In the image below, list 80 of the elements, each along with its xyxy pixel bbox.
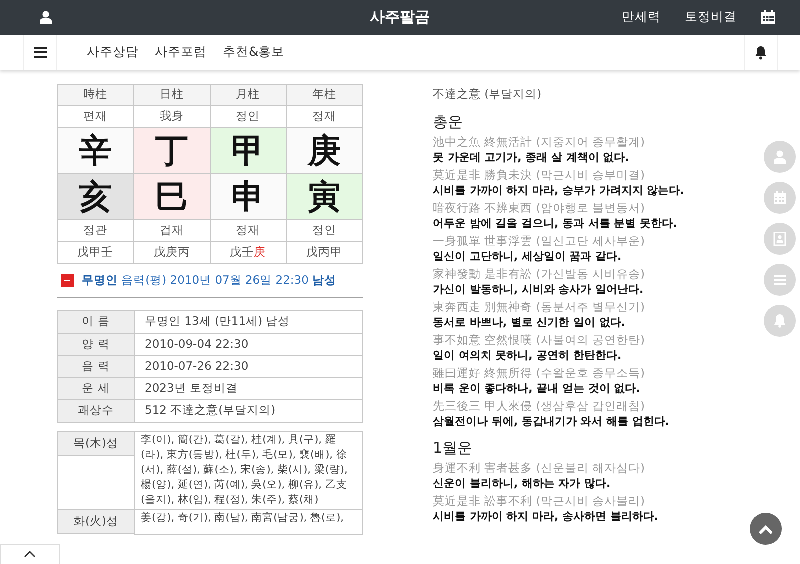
phrase-meaning: 비록 운이 좋다하나, 끝내 얻는 것이 없다. xyxy=(433,381,642,396)
table-cell: 2010-07-26 22:30 xyxy=(134,355,362,378)
row-label: 화(火)성 xyxy=(58,509,134,534)
table-cell: 2023년 토정비결 xyxy=(134,378,362,400)
stem-character: 辛 xyxy=(58,128,134,174)
phrase-meaning: 못 가운데 고기가, 종래 살 계책이 없다. xyxy=(433,150,630,166)
nav-link[interactable]: 토정비결 xyxy=(685,8,737,27)
branch-character: 巳 xyxy=(134,174,210,220)
branch-character: 寅 xyxy=(286,174,362,220)
collapse-icon[interactable] xyxy=(61,274,74,288)
hanja-phrase: 東奔西走 別無神奇 (동분서주 별무신기) xyxy=(433,300,646,316)
section-heading: 1월운 xyxy=(433,438,474,458)
row-label: 괘상수 xyxy=(58,400,134,422)
phrase-meaning: 일신이 고단하니, 세상일이 꿈과 같다. xyxy=(433,249,623,264)
list-icon xyxy=(773,273,787,287)
surname-list: 姜(강), 奇(기), 南(남), 南宮(남궁), 魯(로), xyxy=(135,510,362,526)
scroll-top-button[interactable] xyxy=(750,513,782,545)
phrase-meaning: 일이 여의치 못하니, 공연히 한탄한다. xyxy=(433,348,623,364)
table-cell: 겁재 xyxy=(134,220,210,242)
menu-link[interactable]: 추천&홍보 xyxy=(223,43,285,62)
hanja-phrase: 家神發動 是非有訟 (가신발동 시비유송) xyxy=(433,267,646,282)
section-heading: 총운 xyxy=(433,112,464,132)
hanja-phrase: 莫近是非 訟事不利 (막근시비 송사불리) xyxy=(433,494,646,510)
table-cell: 2010-09-04 22:30 xyxy=(134,333,362,356)
surname-list: 李(이), 簡(간), 葛(갈), 桂(계), 具(구), 羅(라), 東方(동방), 杜(두), 毛(모), 裵(배), 徐(서), 薛(설), 蘇(소), 宋(송), 柴(시), 梁(량), 楊(양), 延(연), 芮(예), 吳(오), 柳(유), 乙支(을지), 林(임), 程(정), 朱(주), 蔡(채) xyxy=(135,432,362,508)
bell-icon xyxy=(773,314,787,328)
column-header: 月柱 xyxy=(210,84,286,106)
hanja-phrase: 事不如意 空然恨嘆 (사불여의 공연한탄) xyxy=(433,333,646,348)
hanja-phrase: 雖曰運好 終無所得 (수왈운호 종무소득) xyxy=(433,366,646,382)
branch-character: 亥 xyxy=(58,174,134,220)
hanja-phrase: 暗夜行路 不辨東西 (암야행로 불변동서) xyxy=(433,201,646,216)
nav-link[interactable]: 만세력 xyxy=(622,8,661,27)
hanja-phrase: 莫近是非 勝負未決 (막근시비 승부미결) xyxy=(433,168,646,184)
phrase-meaning: 시비를 가까이 하지 마라, 송사하면 불리하다. xyxy=(433,509,660,524)
table-cell: 정관 xyxy=(58,220,134,242)
contact-book-icon xyxy=(773,232,787,246)
site-title[interactable]: 사주팔곰 xyxy=(370,8,430,26)
row-label: 이 름 xyxy=(58,310,134,333)
table-cell: 戊甲壬 xyxy=(58,242,134,264)
hanja-phrase: 先三後三 甲人來侵 (생삼후삼 갑인래침) xyxy=(433,399,646,414)
phrase-meaning: 시비를 가까이 하지 마라, 승부가 가려지지 않는다. xyxy=(433,183,686,198)
row-label: 양 력 xyxy=(58,333,134,356)
calendar-icon xyxy=(773,191,787,205)
table-cell: 戊庚丙 xyxy=(134,242,210,264)
column-header: 年柱 xyxy=(286,84,362,106)
table-cell: 무명인 13세 (만11세) 남성 xyxy=(134,310,362,333)
hanja-phrase: 一身孤單 世事浮雲 (일신고단 세사부운) xyxy=(433,234,646,250)
row-label: 운 세 xyxy=(58,378,134,400)
hanja-phrase: 身運不利 害者甚多 (신운불리 해자심다) xyxy=(433,461,646,476)
user-icon[interactable] xyxy=(40,11,52,24)
birth-summary: 무명인 음력(평) 2010년 07월 26일 22:30 남성 xyxy=(82,272,337,289)
table-cell: 정인 xyxy=(286,220,362,242)
chevron-up-icon xyxy=(759,524,773,534)
row-label: 목(木)성 xyxy=(58,431,134,456)
chevron-up-icon xyxy=(24,551,36,558)
phrase-meaning: 가신이 발동하니, 시비와 송사가 일어난다. xyxy=(433,282,645,298)
hanja-phrase: 池中之魚 終無活計 (지중지어 종무활계) xyxy=(433,135,646,150)
table-cell: 512 不達之意(부달지의) xyxy=(134,400,362,422)
table-cell: 정재 xyxy=(210,220,286,242)
phrase-meaning: 삼월전이나 뒤에, 동갑내기가 와서 해를 업힌다. xyxy=(433,414,671,430)
column-header: 日柱 xyxy=(134,84,210,106)
menu-icon[interactable] xyxy=(34,47,46,58)
menu-link[interactable]: 사주상담 xyxy=(87,43,139,62)
branch-character: 申 xyxy=(210,174,286,220)
phrase-meaning: 동서로 바쁘나, 별로 신기한 일이 없다. xyxy=(433,315,627,330)
table-cell: 戊丙甲 xyxy=(286,242,362,264)
stem-character: 甲 xyxy=(210,128,286,174)
stem-character: 庚 xyxy=(286,128,362,174)
fortune-title: 不達之意 (부달지의) xyxy=(433,86,543,103)
calendar-icon[interactable] xyxy=(761,10,776,25)
phrase-meaning: 어두운 밤에 길을 걸으니, 동과 서를 분별 못한다. xyxy=(433,216,678,232)
bell-icon[interactable] xyxy=(755,46,767,60)
table-cell: 戊壬庚 xyxy=(210,242,286,264)
column-header: 時柱 xyxy=(58,84,134,106)
user-icon xyxy=(773,150,787,164)
stem-character: 丁 xyxy=(134,128,210,174)
footer-toggle-button[interactable] xyxy=(0,544,60,564)
row-label: 음 력 xyxy=(58,355,134,378)
menu-link[interactable]: 사주포럼 xyxy=(155,43,207,62)
phrase-meaning: 신운이 불리하니, 해하는 자가 많다. xyxy=(433,476,612,492)
